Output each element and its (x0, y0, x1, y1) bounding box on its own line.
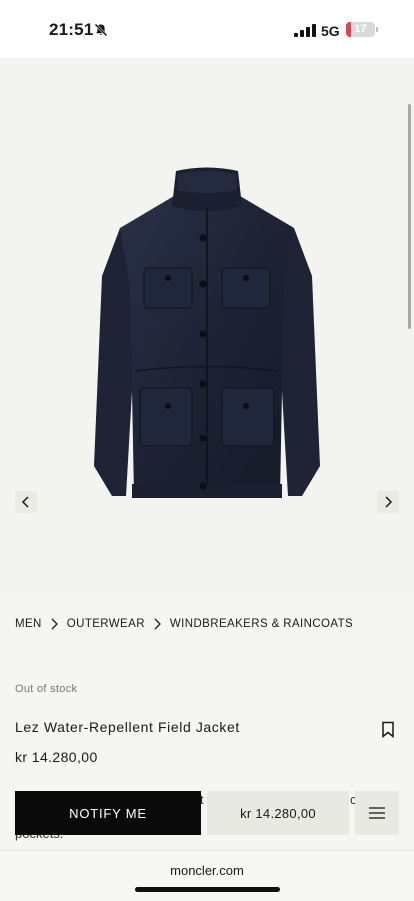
bookmark-icon[interactable] (381, 721, 395, 738)
stock-status: Out of stock (15, 683, 78, 695)
chevron-right-icon (385, 496, 393, 508)
battery-icon: 17 (346, 22, 375, 37)
hamburger-menu-icon (369, 807, 385, 819)
menu-button[interactable] (355, 791, 399, 835)
chevron-right-icon (154, 618, 161, 630)
breadcrumb-item-men[interactable]: MEN (15, 618, 42, 630)
product-image[interactable] (82, 166, 332, 506)
breadcrumb-item-outerwear[interactable]: OUTERWEAR (67, 618, 145, 630)
bell-muted-icon (94, 23, 108, 37)
network-type: 5G (321, 23, 340, 39)
home-indicator[interactable] (135, 887, 280, 892)
status-bar: 21:51 5G 17 (0, 0, 414, 58)
gallery-next-button[interactable] (377, 491, 399, 513)
battery-cap (376, 27, 378, 32)
chevron-right-icon (51, 618, 58, 630)
product-gallery[interactable] (0, 58, 414, 598)
url-text[interactable]: moncler.com (0, 863, 414, 878)
gallery-prev-button[interactable] (15, 491, 37, 513)
browser-url-bar[interactable]: moncler.com (0, 850, 414, 901)
notify-me-button[interactable]: NOTIFY ME (15, 791, 201, 835)
chevron-left-icon (21, 496, 29, 508)
product-title: Lez Water-Repellent Field Jacket (15, 719, 240, 735)
product-price: kr 14.280,00 (15, 749, 98, 765)
status-time: 21:51 (49, 20, 94, 39)
signal-icon (294, 24, 316, 37)
battery-percent: 17 (354, 23, 367, 35)
page-scrollbar[interactable] (408, 104, 411, 329)
sticky-price: kr 14.280,00 (207, 791, 349, 835)
breadcrumb: MEN OUTERWEAR WINDBREAKERS & RAINCOATS (15, 618, 353, 630)
breadcrumb-item-windbreakers[interactable]: WINDBREAKERS & RAINCOATS (170, 618, 353, 630)
